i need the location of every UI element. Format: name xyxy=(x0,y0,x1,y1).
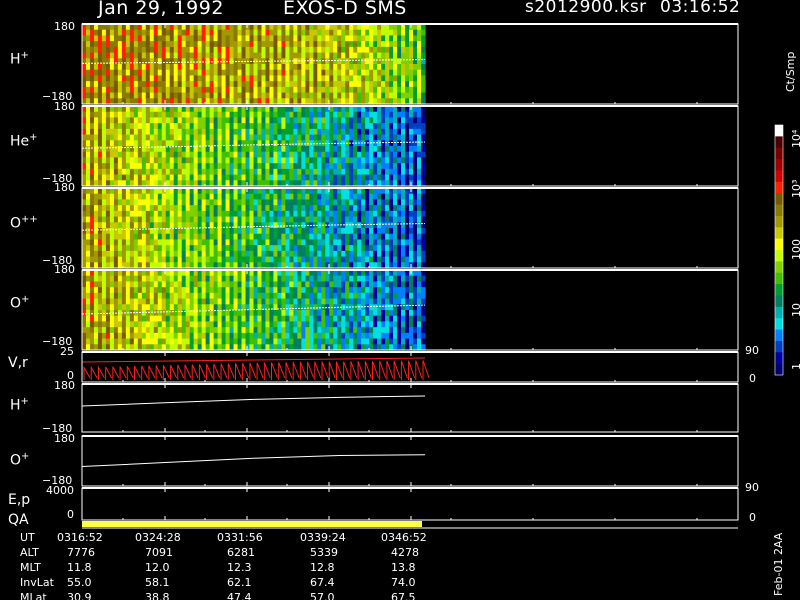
colorbar-cell xyxy=(775,147,783,160)
colorbar-label-10: 10 xyxy=(790,303,800,317)
vr-upper-line xyxy=(81,357,426,363)
colorbar-cell xyxy=(775,227,783,240)
axis-cell-alt: 4278 xyxy=(391,546,419,559)
heatmap-O+ xyxy=(82,270,426,351)
colorbar-cell xyxy=(775,250,783,262)
colorbar-cell xyxy=(775,363,783,376)
colorbar-cell xyxy=(775,340,783,353)
axis-cell-ut: 0324:28 xyxy=(135,531,181,544)
colorbar-cell xyxy=(775,261,783,274)
heatmap-H+ xyxy=(82,24,426,105)
colorbar-label-100: 100 xyxy=(790,239,800,260)
colorbar-cell xyxy=(775,136,783,149)
line-H+ pitch xyxy=(81,395,426,407)
axis-cell-ut: 0331:56 xyxy=(217,531,263,544)
axis-cell-mlt: 12.8 xyxy=(310,561,335,574)
colorbar-cell xyxy=(775,284,783,296)
panel-frame-6 xyxy=(81,435,739,487)
colorbar-cell xyxy=(775,125,783,137)
colorbar-cell xyxy=(775,306,783,319)
qa-bar xyxy=(82,521,422,527)
side-note: Feb-01 2AA xyxy=(772,532,785,596)
colorbar-cell xyxy=(775,295,783,308)
heatmap-O++ xyxy=(82,188,426,269)
axis-cell-mlat: 57.0 xyxy=(310,591,335,600)
exos-d-sms-plot: Jan 29, 1992 EXOS-D SMS s2012900.ksr 03:… xyxy=(0,0,800,600)
colorbar-label-10-4: 10⁴ xyxy=(790,129,800,148)
colorbar-label-10-3: 10³ xyxy=(790,179,800,198)
axis-row-label-alt: ALT xyxy=(20,546,39,559)
axis-cell-mlt: 13.8 xyxy=(391,561,416,574)
axis-cell-alt: 6281 xyxy=(227,546,255,559)
axis-cell-mlt: 12.0 xyxy=(145,561,170,574)
axis-row-label-invlat: InvLat xyxy=(20,576,54,589)
axis-cell-alt: 5339 xyxy=(310,546,338,559)
colorbar-cell xyxy=(775,329,783,342)
axis-cell-alt: 7091 xyxy=(145,546,173,559)
colorbar-unit: Ct/Smp xyxy=(784,51,797,92)
axis-cell-invlat: 74.0 xyxy=(391,576,416,589)
axis-cell-mlat: 30.9 xyxy=(67,591,92,600)
axis-cell-mlat: 47.4 xyxy=(227,591,252,600)
colorbar-cell xyxy=(775,238,783,251)
axis-cell-ut: 0316:52 xyxy=(57,531,103,544)
axis-cell-mlat: 67.5 xyxy=(391,591,416,600)
colorbar-cell xyxy=(775,181,783,194)
axis-cell-invlat: 55.0 xyxy=(67,576,92,589)
heatmap-He+ xyxy=(82,106,426,187)
axis-row-label-mlat: MLat xyxy=(20,591,47,600)
axis-cell-invlat: 58.1 xyxy=(145,576,170,589)
axis-row-label-mlt: MLT xyxy=(20,561,41,574)
axis-cell-invlat: 67.4 xyxy=(310,576,335,589)
axis-cell-alt: 7776 xyxy=(67,546,95,559)
panel-frame-5 xyxy=(81,383,739,433)
colorbar-cell xyxy=(775,170,783,183)
axis-cell-invlat: 62.1 xyxy=(227,576,252,589)
axis-cell-ut: 0346:52 xyxy=(381,531,427,544)
colorbar-cell xyxy=(775,193,783,206)
colorbar-cell xyxy=(775,215,783,228)
vr-series xyxy=(83,360,430,380)
line-O+ pitch xyxy=(81,454,426,468)
colorbar-cell xyxy=(775,352,783,365)
colorbar-cell xyxy=(775,159,783,171)
axis-cell-mlat: 38.8 xyxy=(145,591,170,600)
plot-canvas xyxy=(81,23,784,529)
panel-frame-4 xyxy=(81,351,739,383)
colorbar-cell xyxy=(775,204,783,217)
axis-cell-mlt: 11.8 xyxy=(67,561,92,574)
panel-frame-7 xyxy=(81,487,739,521)
colorbar-cell xyxy=(775,272,783,285)
axis-row-label-ut: UT xyxy=(20,531,35,544)
axis-cell-ut: 0339:24 xyxy=(300,531,346,544)
axis-cell-mlt: 12.3 xyxy=(227,561,252,574)
colorbar-label-1: 1 xyxy=(790,363,800,370)
colorbar-cell xyxy=(775,318,783,331)
